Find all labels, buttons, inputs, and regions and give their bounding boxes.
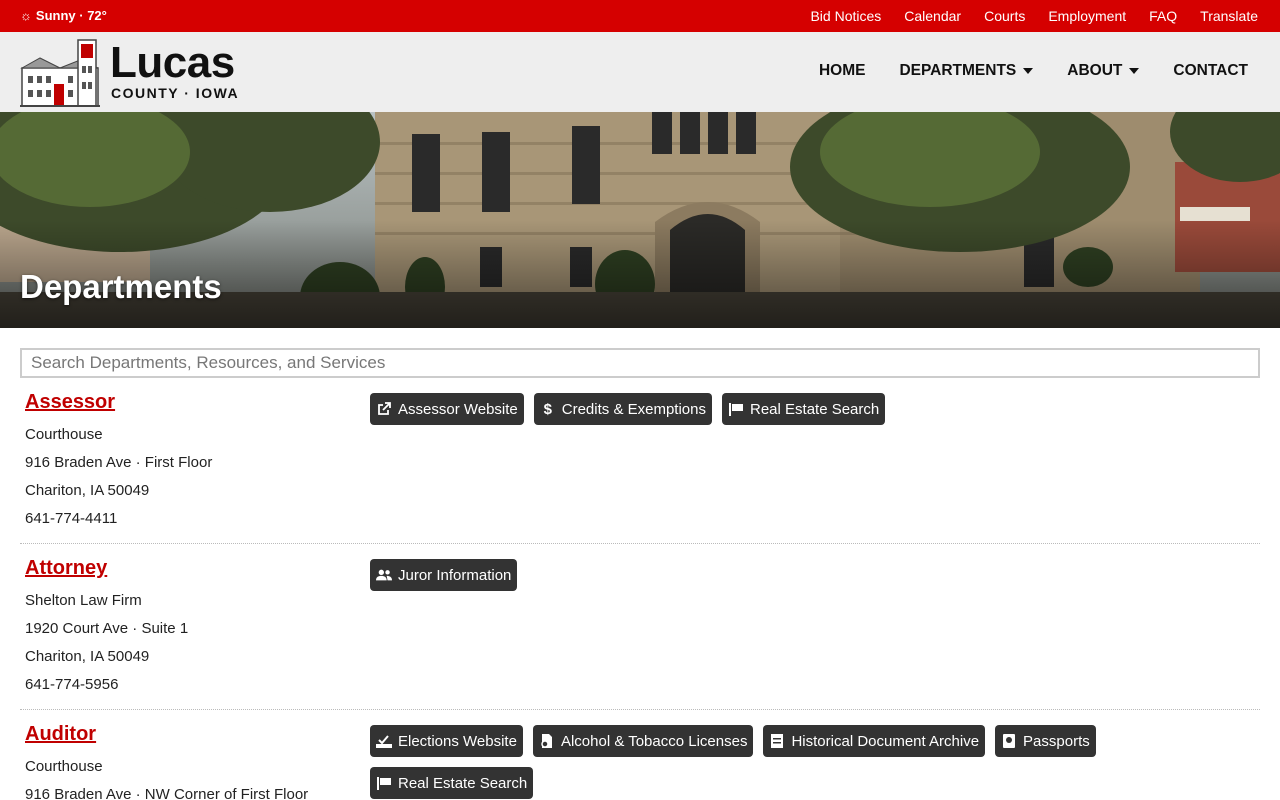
department-info: Auditor Courthouse 916 Braden Ave · NW C… [25,723,355,800]
department-location: Courthouse [25,426,103,443]
page-title: Departments [20,268,222,305]
department-resources: Juror Information [370,559,1230,591]
button-label: Real Estate Search [398,774,528,792]
archive-icon [769,733,785,749]
weather-widget: ☼ Sunny · 72° [20,8,107,23]
department-address: 1920 Court Ave · Suite 1 [25,620,189,637]
department-phone: 641-774-4411 [25,510,118,527]
historical-document-archive-button[interactable]: Historical Document Archive [763,725,986,757]
department-location: Courthouse [25,758,103,775]
nav-about-label: ABOUT [1067,62,1123,79]
department-address: 916 Braden Ave · NW Corner of First Floo… [25,786,309,800]
button-label: Alcohol & Tobacco Licenses [560,732,748,750]
logo-name: Lucas [110,38,235,87]
department-phone: 641-774-5956 [25,676,119,693]
search-input[interactable] [20,348,1260,378]
department-entry: Attorney Shelton Law Firm 1920 Court Ave… [20,557,1260,707]
caret-down-icon [1129,68,1140,74]
nav-departments[interactable]: DEPARTMENTS [899,62,1034,80]
link-translate[interactable]: Translate [1200,8,1258,24]
department-city: Chariton, IA 50049 [25,482,150,499]
button-label: Elections Website [398,732,517,750]
nav-departments-label: DEPARTMENTS [899,62,1017,79]
department-info: Attorney Shelton Law Firm 1920 Court Ave… [25,557,355,699]
nav-contact[interactable]: CONTACT [1173,62,1248,80]
department-address: 916 Braden Ave · First Floor [25,454,213,471]
license-icon [539,733,555,749]
nav-contact-label: CONTACT [1173,62,1248,79]
weather-text: Sunny · 72° [35,8,107,23]
main-nav: HOME DEPARTMENTS ABOUT CONTACT [819,62,1248,80]
department-entry: Assessor Courthouse 916 Braden Ave · Fir… [20,391,1260,541]
alcohol-tobacco-licenses-button[interactable]: Alcohol & Tobacco Licenses [532,725,754,757]
button-label: Assessor Website [398,400,518,418]
department-location: Shelton Law Firm [25,592,142,609]
button-label: Passports [1023,732,1090,750]
utility-links: Bid Notices Calendar Courts Employment F… [810,8,1258,24]
department-resources: Assessor Website $ Credits & Exemptions … [370,393,1230,425]
credits-exemptions-button[interactable]: $ Credits & Exemptions [533,393,712,425]
real-estate-search-button[interactable]: Real Estate Search [370,767,534,799]
elections-website-button[interactable]: Elections Website [370,725,523,757]
nav-about[interactable]: ABOUT [1067,62,1140,80]
sun-icon: ☼ [20,8,32,23]
people-icon [376,567,392,583]
divider [20,709,1260,710]
divider [20,543,1260,544]
department-city: Chariton, IA 50049 [25,648,150,665]
department-name-link[interactable]: Attorney [25,557,355,580]
link-calendar[interactable]: Calendar [904,8,961,24]
sign-icon [376,775,392,791]
passports-button[interactable]: Passports [995,725,1096,757]
passport-icon [1001,733,1017,749]
department-name-link[interactable]: Assessor [25,391,355,414]
department-resources: Elections Website Alcohol & Tobacco Lice… [370,725,1230,799]
caret-down-icon [1023,68,1034,74]
button-label: Real Estate Search [750,400,880,418]
site-header: Lucas COUNTY · IOWA HOME DEPARTMENTS ABO… [0,32,1280,112]
link-bid-notices[interactable]: Bid Notices [810,8,881,24]
link-courts[interactable]: Courts [984,8,1025,24]
juror-information-button[interactable]: Juror Information [370,559,518,591]
sign-icon [728,401,744,417]
hero-banner: Departments [0,112,1280,328]
nav-home-label: HOME [818,62,866,79]
link-faq[interactable]: FAQ [1149,8,1177,24]
dollar-icon: $ [543,400,552,418]
button-label: Credits & Exemptions [561,400,706,418]
real-estate-search-button[interactable]: Real Estate Search [722,393,886,425]
site-logo[interactable]: Lucas COUNTY · IOWA [20,38,260,108]
nav-home[interactable]: HOME [819,62,866,80]
department-name-link[interactable]: Auditor [25,723,355,746]
utility-bar: ☼ Sunny · 72° Bid Notices Calendar Court… [0,0,1280,32]
ballot-icon [376,733,392,749]
logo-subtitle: COUNTY · IOWA [111,85,240,101]
link-employment[interactable]: Employment [1048,8,1126,24]
department-info: Assessor Courthouse 916 Braden Ave · Fir… [25,391,355,533]
button-label: Juror Information [398,566,512,584]
external-link-icon [376,401,392,417]
assessor-website-button[interactable]: Assessor Website [370,393,524,425]
courthouse-logo-icon [20,39,100,107]
button-label: Historical Document Archive [791,732,980,750]
department-entry: Auditor Courthouse 916 Braden Ave · NW C… [20,723,1260,800]
